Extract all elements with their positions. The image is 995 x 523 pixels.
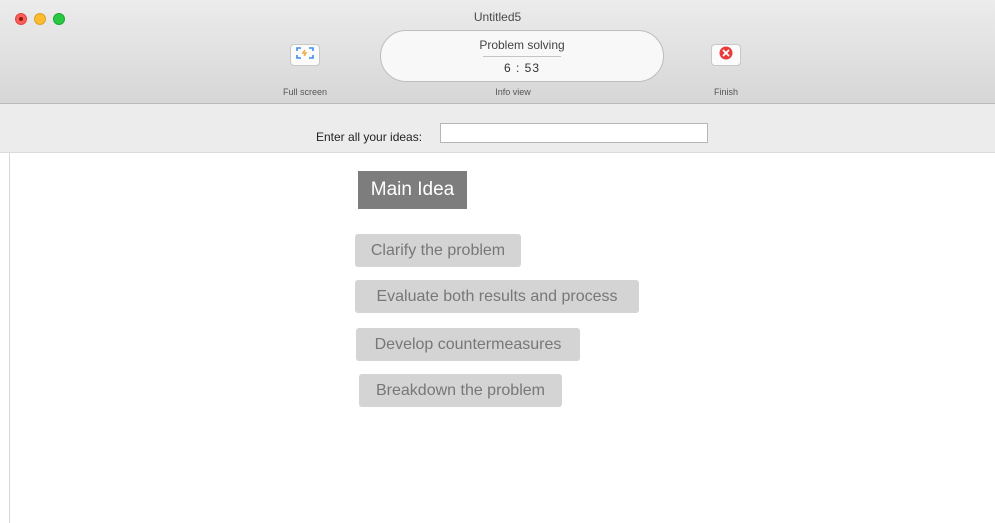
timer: 6 : 53: [503, 61, 541, 75]
info-view-label: Info view: [495, 87, 531, 97]
fullscreen-icon: [296, 46, 314, 64]
ideas-input-label: Enter all your ideas:: [316, 130, 423, 144]
info-divider: [483, 56, 561, 57]
idea-node[interactable]: Develop countermeasures: [356, 328, 580, 361]
finish-label: Finish: [713, 87, 738, 97]
idea-node[interactable]: Breakdown the problem: [359, 374, 562, 407]
app-window: Untitled5 Full screen Problem solving 6 …: [0, 0, 995, 523]
main-idea-node[interactable]: Main Idea: [358, 171, 467, 209]
info-view-panel[interactable]: Problem solving 6 : 53: [380, 30, 664, 82]
window-title: Untitled5: [473, 10, 522, 24]
idea-node[interactable]: Clarify the problem: [355, 234, 521, 267]
finish-button[interactable]: [711, 44, 741, 66]
titlebar-toolbar: Untitled5 Full screen Problem solving 6 …: [0, 0, 995, 104]
full-screen-button[interactable]: [290, 44, 320, 66]
ideas-entry-bar: Enter all your ideas:: [0, 104, 995, 153]
info-title: Problem solving: [479, 38, 565, 52]
idea-node[interactable]: Evaluate both results and process: [355, 280, 639, 313]
full-screen-label: Full screen: [282, 87, 327, 97]
ideas-input[interactable]: [440, 123, 708, 143]
close-circle-icon: [719, 46, 733, 65]
